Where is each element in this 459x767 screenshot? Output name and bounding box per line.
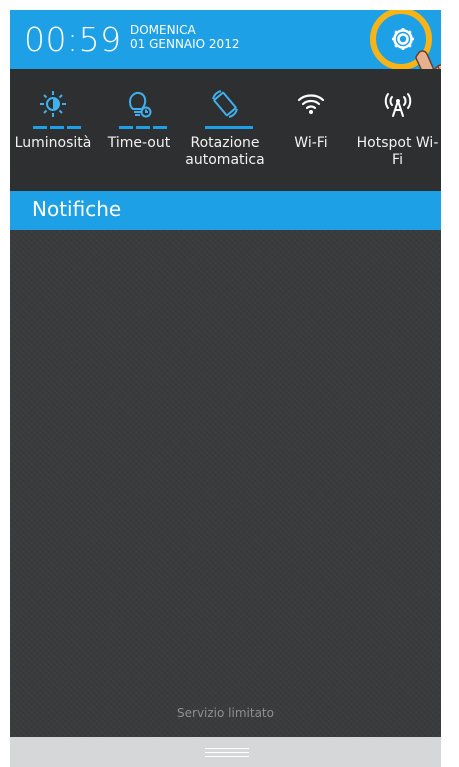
qs-auto-rotate[interactable]: Rotazione automatica — [182, 69, 268, 197]
auto-rotate-icon — [212, 90, 238, 118]
date-block: DOMENICA 01 GENNAIO 2012 — [130, 23, 239, 51]
grip-line — [205, 756, 249, 757]
qs-brightness[interactable]: Luminosità — [10, 69, 96, 197]
qs-timeout-label: Time-out — [107, 135, 171, 151]
grip-line — [205, 748, 249, 749]
qs-hotspot-label: Hotspot Wi-Fi — [356, 135, 439, 168]
notifications-header: Notifiche — [10, 191, 441, 230]
notification-shade: 00:59 DOMENICA 01 GENNAIO 2012 Luminosit… — [10, 10, 441, 767]
brightness-icon — [40, 91, 66, 117]
qs-timeout[interactable]: Time-out — [96, 69, 182, 197]
hotspot-icon — [384, 93, 411, 117]
service-status: Servizio limitato — [177, 706, 274, 720]
date-label: 01 GENNAIO 2012 — [130, 37, 240, 51]
wifi-icon — [297, 94, 325, 114]
qs-hotspot[interactable]: Hotspot Wi-Fi — [354, 69, 441, 197]
day-of-week: DOMENICA — [130, 23, 196, 37]
drag-handle[interactable] — [10, 737, 441, 767]
grip-line — [205, 752, 249, 753]
qs-brightness-label: Luminosità — [14, 135, 92, 151]
status-header: 00:59 DOMENICA 01 GENNAIO 2012 — [10, 10, 441, 108]
timeout-bulb-icon — [129, 91, 152, 118]
quick-settings-panel: Luminosità Time-out Rotazione automatica… — [10, 69, 441, 197]
qs-wifi[interactable]: Wi-Fi — [268, 69, 354, 197]
qs-wifi-label: Wi-Fi — [294, 135, 328, 151]
clock: 00:59 — [24, 20, 122, 59]
qs-auto-rotate-label: Rotazione automatica — [185, 135, 265, 168]
notifications-title: Notifiche — [32, 197, 122, 221]
notifications-list — [10, 230, 441, 737]
